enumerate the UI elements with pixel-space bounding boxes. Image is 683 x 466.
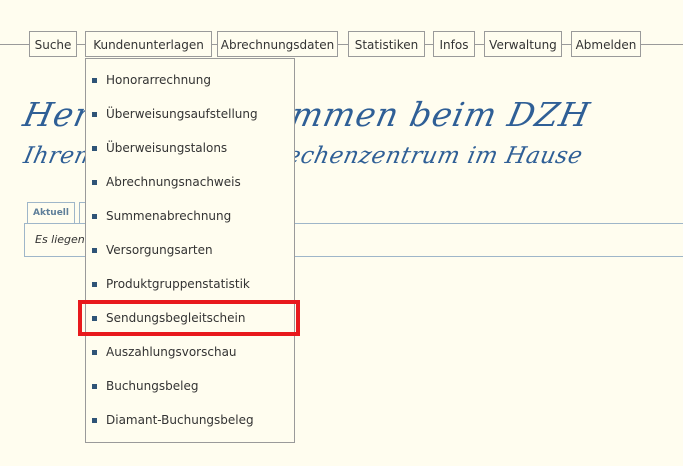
- menu-item-ueberweisungstalons[interactable]: Überweisungstalons: [86, 136, 294, 160]
- kundenunterlagen-dropdown: Honorarrechnung Überweisungsaufstellung …: [85, 58, 295, 443]
- menu-item-produktgruppenstatistik[interactable]: Produktgruppenstatistik: [86, 272, 294, 296]
- main-nav: Suche Kundenunterlagen Abrechnungsdaten …: [0, 31, 683, 59]
- menu-item-versorgungsarten[interactable]: Versorgungsarten: [86, 238, 294, 262]
- bullet-icon: [92, 350, 97, 355]
- nav-suche[interactable]: Suche: [29, 31, 77, 57]
- bullet-icon: [92, 78, 97, 83]
- nav-statistiken[interactable]: Statistiken: [348, 31, 425, 57]
- menu-item-summenabrechnung[interactable]: Summenabrechnung: [86, 204, 294, 228]
- menu-item-diamant-buchungsbeleg[interactable]: Diamant-Buchungsbeleg: [86, 408, 294, 432]
- bullet-icon: [92, 248, 97, 253]
- menu-item-auszahlungsvorschau[interactable]: Auszahlungsvorschau: [86, 340, 294, 364]
- menu-item-abrechnungsnachweis[interactable]: Abrechnungsnachweis: [86, 170, 294, 194]
- nav-abmelden[interactable]: Abmelden: [571, 31, 641, 57]
- nav-abrechnungsdaten[interactable]: Abrechnungsdaten: [217, 31, 338, 57]
- bullet-icon: [92, 316, 97, 321]
- bullet-icon: [92, 384, 97, 389]
- bullet-icon: [92, 214, 97, 219]
- menu-item-honorarrechnung[interactable]: Honorarrechnung: [86, 68, 294, 92]
- nav-infos[interactable]: Infos: [433, 31, 475, 57]
- bullet-icon: [92, 180, 97, 185]
- tab-aktuell[interactable]: Aktuell: [27, 202, 75, 224]
- bullet-icon: [92, 282, 97, 287]
- menu-item-ueberweisungsaufstellung[interactable]: Überweisungsaufstellung: [86, 102, 294, 126]
- bullet-icon: [92, 146, 97, 151]
- bullet-icon: [92, 112, 97, 117]
- nav-verwaltung[interactable]: Verwaltung: [484, 31, 562, 57]
- bullet-icon: [92, 418, 97, 423]
- nav-kundenunterlagen[interactable]: Kundenunterlagen: [85, 31, 212, 57]
- menu-item-sendungsbegleitschein[interactable]: Sendungsbegleitschein: [86, 306, 294, 330]
- menu-item-buchungsbeleg[interactable]: Buchungsbeleg: [86, 374, 294, 398]
